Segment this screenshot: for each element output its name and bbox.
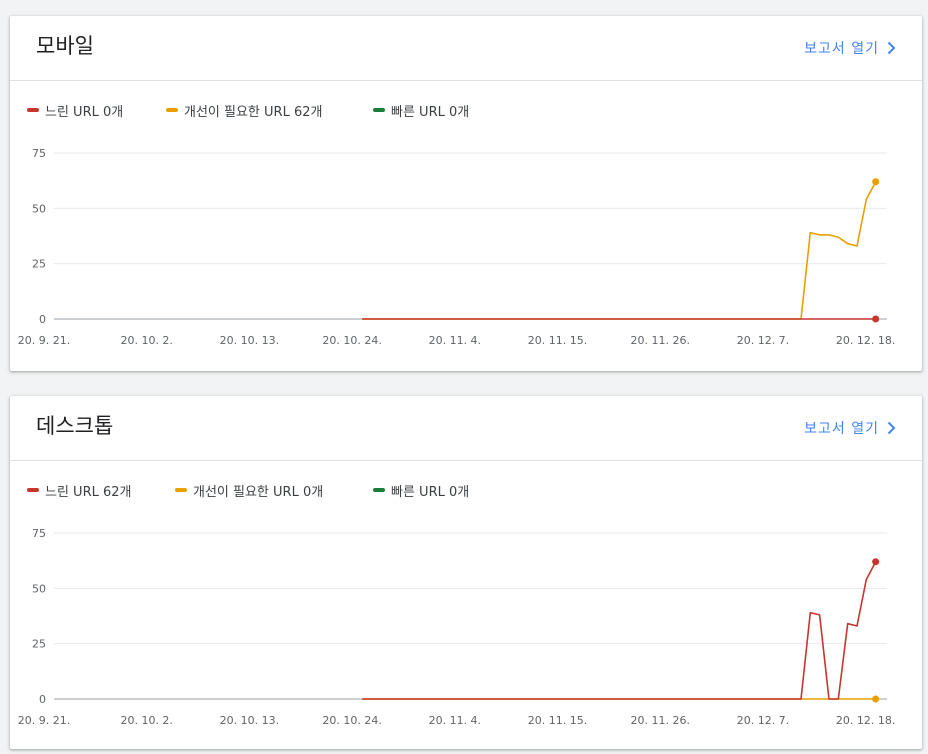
series-end-point-needs-improvement xyxy=(872,695,880,703)
y-tick-label: 25 xyxy=(32,258,46,271)
legend-label: 느린 URL 0개 xyxy=(45,104,124,120)
legend-label: 개선이 필요한 URL 0개 xyxy=(193,484,324,500)
legend-item-slow[interactable]: 느린 URL 0개 xyxy=(27,101,123,120)
y-tick-label: 0 xyxy=(39,313,46,326)
legend-swatch-slow xyxy=(27,488,39,492)
series-end-point-slow xyxy=(872,558,880,566)
card-title: 모바일 xyxy=(36,34,94,58)
legend-item-needs-improvement[interactable]: 개선이 필요한 URL 62개 xyxy=(166,101,322,120)
legend-swatch-needs-improvement xyxy=(175,488,187,492)
x-tick-label: 20. 10. 13. xyxy=(220,334,279,347)
x-tick-label: 20. 12. 18. xyxy=(836,714,895,727)
legend-swatch-fast xyxy=(373,108,385,112)
y-tick-label: 75 xyxy=(32,527,46,540)
legend-label: 빠른 URL 0개 xyxy=(391,104,470,120)
open-report-link[interactable]: 보고서 열기 xyxy=(804,38,896,58)
y-tick-label: 50 xyxy=(32,582,46,595)
mobile-card: 모바일 보고서 열기 느린 URL 0개 개선이 필요한 URL 62개 빠른 … xyxy=(10,16,922,371)
x-tick-label: 20. 11. 15. xyxy=(528,714,587,727)
series-end-point-slow xyxy=(872,315,880,323)
legend-swatch-needs-improvement xyxy=(166,108,178,112)
legend-label: 빠른 URL 0개 xyxy=(391,484,470,500)
legend-label: 느린 URL 62개 xyxy=(45,484,132,500)
legend-swatch-slow xyxy=(27,108,39,112)
series-line-needs-improvement xyxy=(362,181,877,320)
x-tick-label: 20. 10. 2. xyxy=(120,714,172,727)
card-header: 데스크톱 보고서 열기 xyxy=(10,396,922,461)
chevron-right-icon xyxy=(887,41,896,55)
x-tick-label: 20. 10. 24. xyxy=(322,334,381,347)
card-title: 데스크톱 xyxy=(36,414,114,438)
x-tick-label: 20. 9. 21. xyxy=(18,714,70,727)
x-tick-label: 20. 12. 18. xyxy=(836,334,895,347)
y-tick-label: 25 xyxy=(32,638,46,651)
y-tick-label: 50 xyxy=(32,202,46,215)
legend-swatch-fast xyxy=(373,488,385,492)
card-header: 모바일 보고서 열기 xyxy=(10,16,922,81)
x-tick-label: 20. 9. 21. xyxy=(18,334,70,347)
mobile-line-chart: 0 25 50 75 20. 9. 21. 20. 10. 2. 20. 10. 13. 20… xyxy=(18,147,896,347)
series-end-point-needs-improvement xyxy=(872,178,880,186)
desktop-card: 데스크톱 보고서 열기 느린 URL 62개 개선이 필요한 URL 0개 빠른… xyxy=(10,396,922,749)
chevron-right-icon xyxy=(887,421,896,435)
legend-item-slow[interactable]: 느린 URL 62개 xyxy=(27,481,131,500)
open-report-label: 보고서 열기 xyxy=(804,421,879,437)
x-tick-label: 20. 11. 26. xyxy=(631,714,690,727)
x-tick-label: 20. 11. 4. xyxy=(429,334,481,347)
desktop-line-chart: 0 25 50 75 20. 9. 21. 20. 10. 2. 20. 10. 13. 20… xyxy=(18,527,896,727)
x-tick-label: 20. 12. 7. xyxy=(737,714,789,727)
x-tick-label: 20. 10. 24. xyxy=(322,714,381,727)
legend-label: 개선이 필요한 URL 62개 xyxy=(184,104,323,120)
y-tick-label: 75 xyxy=(32,147,46,160)
legend-item-fast[interactable]: 빠른 URL 0개 xyxy=(373,481,469,500)
x-tick-label: 20. 10. 13. xyxy=(220,714,279,727)
legend-item-needs-improvement[interactable]: 개선이 필요한 URL 0개 xyxy=(175,481,323,500)
y-tick-label: 0 xyxy=(39,693,46,706)
x-tick-label: 20. 12. 7. xyxy=(737,334,789,347)
x-tick-label: 20. 11. 15. xyxy=(528,334,587,347)
open-report-link[interactable]: 보고서 열기 xyxy=(804,418,896,438)
series-line-slow xyxy=(362,561,877,700)
open-report-label: 보고서 열기 xyxy=(804,41,879,57)
x-tick-label: 20. 10. 2. xyxy=(120,334,172,347)
x-tick-label: 20. 11. 26. xyxy=(631,334,690,347)
legend-item-fast[interactable]: 빠른 URL 0개 xyxy=(373,101,469,120)
x-tick-label: 20. 11. 4. xyxy=(429,714,481,727)
